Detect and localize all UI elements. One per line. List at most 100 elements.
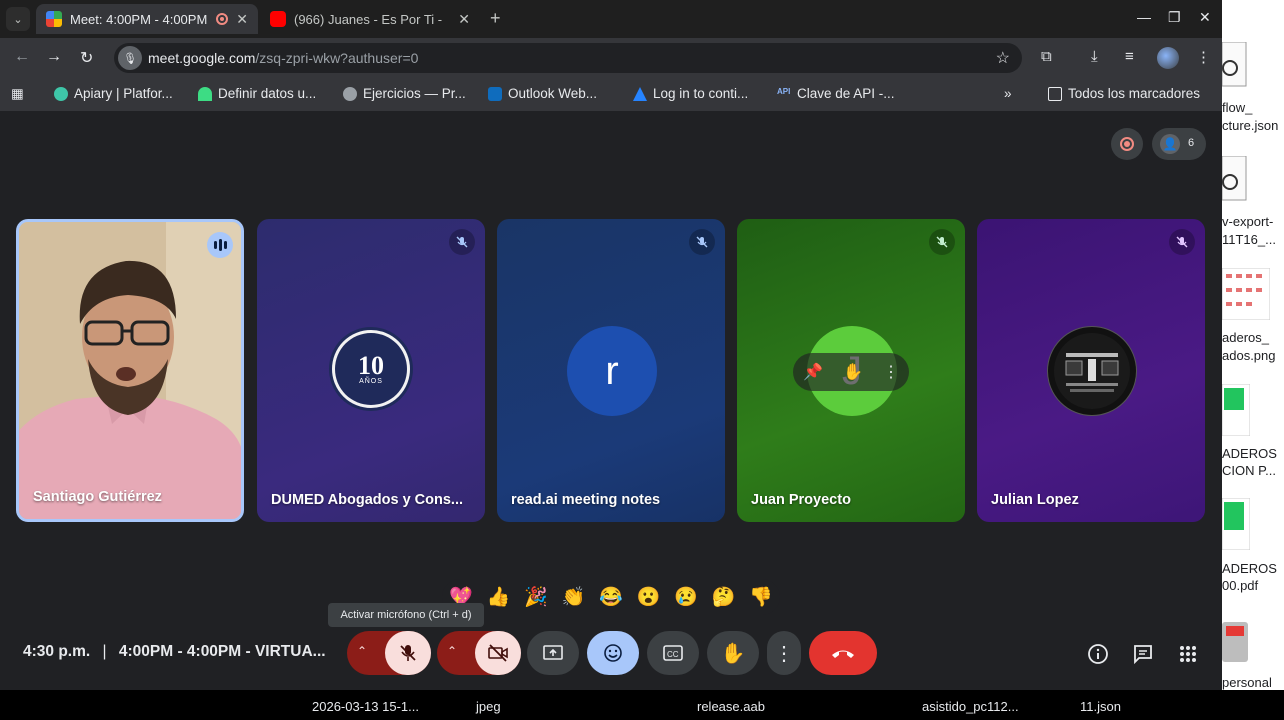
reactions-button[interactable]	[587, 631, 639, 675]
reaction-thinking[interactable]: 🤔	[712, 585, 736, 609]
participant-tile-juan[interactable]: J 📌 ✋ ⋮ Juan Proyecto	[737, 219, 965, 522]
present-screen-button[interactable]	[527, 631, 579, 675]
forward-icon[interactable]: →	[46, 48, 62, 66]
recording-indicator-icon[interactable]	[1111, 128, 1143, 160]
bookmark-definir[interactable]: Definir datos u...	[198, 86, 316, 101]
close-tab-icon[interactable]: ✕	[236, 11, 248, 28]
participant-tile-readai[interactable]: r read.ai meeting notes	[497, 219, 725, 522]
desktop-file-label: ADEROS	[1222, 446, 1277, 461]
mute-participant-icon[interactable]: ✋	[843, 362, 863, 382]
site-info-icon[interactable]: 🎙	[118, 46, 142, 70]
profile-avatar[interactable]	[1157, 47, 1179, 69]
download-item[interactable]: 2026-03-13 15-1...	[312, 699, 419, 714]
reaction-sad[interactable]: 😢	[674, 585, 698, 609]
url-text: meet.google.com/zsq-zpri-wkw?authuser=0	[148, 50, 419, 66]
desktop-file-label: v-export-	[1222, 214, 1274, 229]
desktop-file-label: personal	[1222, 675, 1272, 690]
file-icon[interactable]	[1222, 155, 1248, 202]
atlassian-icon	[633, 86, 647, 101]
activities-grid-icon[interactable]	[1176, 642, 1200, 666]
bookmark-clave-api[interactable]: API Clave de API -...	[777, 86, 895, 101]
tab-title: (966) Juanes - Es Por Ti -	[294, 11, 443, 27]
browser-toolbar: ← → ↻ 🎙 meet.google.com/zsq-zpri-wkw?aut…	[0, 38, 1222, 78]
reaction-surprised[interactable]: 😮	[637, 585, 661, 609]
pdf-thumbnail-icon[interactable]	[1222, 383, 1251, 437]
desktop-file-label: flow_	[1222, 100, 1253, 115]
raise-hand-button[interactable]: ✋	[707, 631, 759, 675]
reaction-clapping[interactable]: 👏	[562, 585, 586, 609]
close-tab-icon[interactable]: ✕	[458, 11, 470, 28]
menu-dots-icon[interactable]: ⋮	[1196, 48, 1211, 66]
download-item[interactable]: 11.json	[1080, 699, 1121, 714]
pdf-thumbnail-icon[interactable]	[1222, 497, 1251, 551]
camera-control-group: ⌃	[437, 631, 521, 675]
download-icon[interactable]: ⤓	[1091, 48, 1098, 65]
desktop-file-label: ados.png	[1222, 348, 1276, 363]
company-logo: 10 AÑOS	[329, 327, 413, 411]
recording-icon	[216, 13, 229, 25]
apps-grid-icon[interactable]: ▦	[11, 86, 24, 102]
participant-avatar: r	[567, 326, 657, 416]
bookmark-star-icon[interactable]: ☆	[996, 48, 1010, 68]
more-options-button[interactable]: ⋮	[767, 631, 801, 675]
bookmark-login[interactable]: Log in to conti...	[633, 86, 748, 101]
more-options-icon[interactable]: ⋮	[883, 362, 899, 382]
all-bookmarks-folder[interactable]: Todos los marcadores	[1048, 86, 1200, 101]
captions-button[interactable]: CC	[647, 631, 699, 675]
participant-tile-santiago[interactable]: Santiago Gutiérrez	[16, 219, 244, 522]
present-icon	[543, 645, 563, 660]
desktop-file-label: cture.json	[1222, 118, 1279, 133]
outlook-icon	[488, 86, 502, 101]
tab-youtube[interactable]: (966) Juanes - Es Por Ti - ✕	[260, 4, 480, 34]
restore-icon[interactable]: ❐	[1168, 9, 1181, 26]
audio-options-chevron-icon[interactable]: ⌃	[357, 644, 379, 664]
participant-name: Santiago Gutiérrez	[33, 489, 162, 505]
tab-meet[interactable]: Meet: 4:00PM - 4:00PM ✕	[36, 4, 258, 34]
bookmark-outlook[interactable]: Outlook Web...	[488, 86, 597, 101]
participant-name: DUMED Abogados y Cons...	[271, 492, 463, 508]
extensions-icon[interactable]: ⧉	[1041, 48, 1052, 65]
participant-avatar-image	[1047, 326, 1137, 416]
android-icon	[198, 86, 212, 101]
mic-toggle-button[interactable]	[385, 631, 431, 675]
download-item[interactable]: jpeg	[476, 699, 501, 714]
folder-thumbnail-icon[interactable]	[1222, 620, 1250, 664]
minimize-icon[interactable]: —	[1137, 9, 1151, 25]
download-item[interactable]: asistido_pc112...	[922, 699, 1019, 714]
video-options-chevron-icon[interactable]: ⌃	[447, 644, 469, 664]
tab-search-button[interactable]: ⌄	[6, 7, 30, 31]
tab-strip: ⌄ Meet: 4:00PM - 4:00PM ✕ (966) Juanes -…	[0, 0, 1222, 38]
participants-chip[interactable]: 👤 6	[1152, 128, 1206, 160]
more-bookmarks-icon[interactable]: »	[1004, 86, 1012, 101]
bookmark-ejercicios[interactable]: Ejercicios — Pr...	[343, 86, 466, 101]
file-icon[interactable]	[1222, 41, 1248, 88]
mic-muted-icon	[689, 229, 715, 255]
more-vert-icon: ⋮	[774, 642, 794, 665]
leave-call-button[interactable]	[809, 631, 877, 675]
hand-icon: ✋	[720, 642, 746, 665]
media-controls-icon[interactable]: ≡	[1125, 48, 1134, 65]
pin-icon[interactable]: 📌	[803, 362, 823, 382]
tab-title: Meet: 4:00PM - 4:00PM	[70, 11, 208, 27]
reload-icon[interactable]: ↻	[80, 48, 93, 68]
mic-muted-icon	[929, 229, 955, 255]
camera-off-icon	[488, 644, 508, 662]
back-icon[interactable]: ←	[14, 48, 30, 66]
reaction-laughing[interactable]: 😂	[599, 585, 623, 609]
bookmark-apiary[interactable]: Apiary | Platfor...	[54, 86, 173, 101]
chat-icon[interactable]	[1131, 642, 1155, 666]
camera-toggle-button[interactable]	[475, 631, 521, 675]
participant-tile-dumed[interactable]: 10 AÑOS DUMED Abogados y Cons...	[257, 219, 485, 522]
reaction-thumbs-up[interactable]: 👍	[486, 585, 510, 609]
close-window-icon[interactable]: ✕	[1199, 9, 1211, 26]
participant-tile-julian[interactable]: Julian Lopez	[977, 219, 1205, 522]
new-tab-button[interactable]: +	[490, 8, 501, 29]
reaction-party-popper[interactable]: 🎉	[524, 585, 548, 609]
apiary-icon	[54, 86, 68, 101]
reaction-thumbs-down[interactable]: 👎	[749, 585, 773, 609]
download-item[interactable]: release.aab	[697, 699, 765, 714]
meeting-details-icon[interactable]	[1086, 642, 1110, 666]
address-bar[interactable]: 🎙 meet.google.com/zsq-zpri-wkw?authuser=…	[114, 43, 1022, 73]
image-thumbnail-icon[interactable]	[1222, 267, 1271, 321]
participant-count: 6	[1188, 137, 1195, 149]
